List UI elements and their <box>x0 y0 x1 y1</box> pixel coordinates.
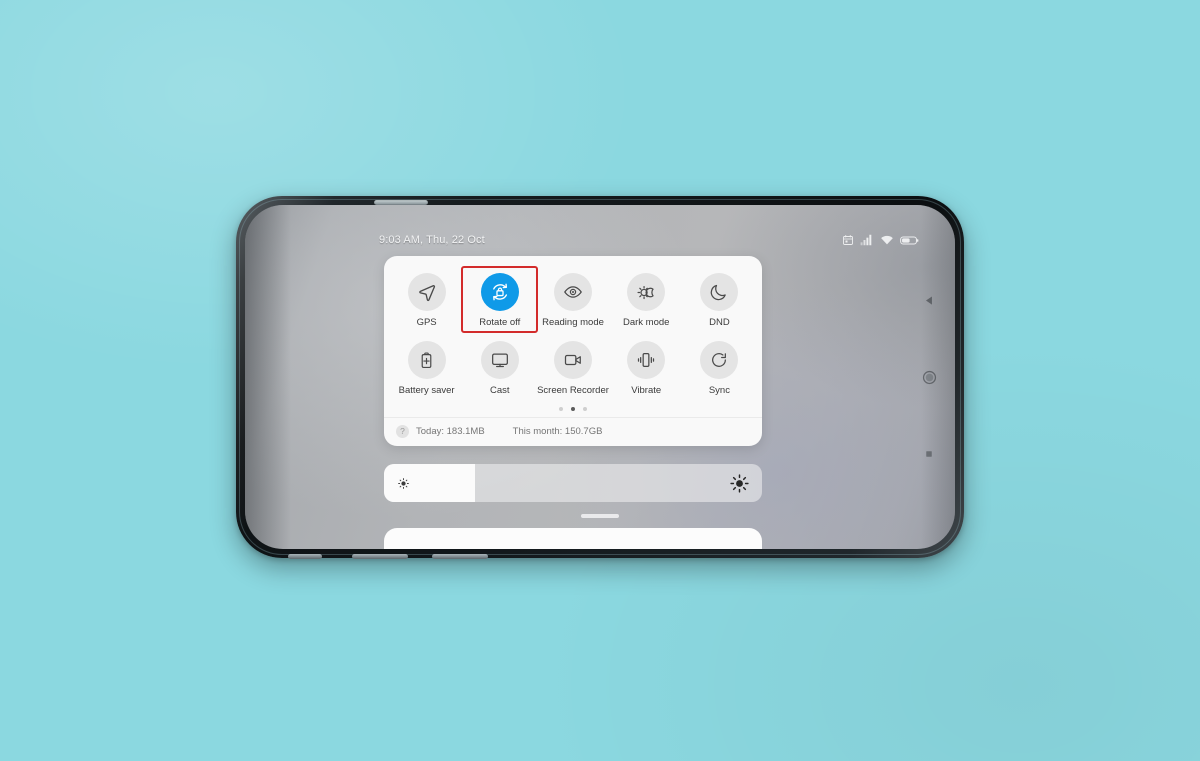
tile-sync-circle <box>700 341 739 380</box>
tile-cast-circle <box>480 341 519 380</box>
tile-dark-mode-label: Dark mode <box>622 317 670 328</box>
pager-dot-2[interactable] <box>571 406 575 411</box>
rotate-lock-icon <box>492 283 507 301</box>
tile-sync[interactable]: Sync <box>683 336 756 399</box>
notification-card-partial[interactable] <box>384 528 762 549</box>
tile-reading-mode[interactable]: Reading mode <box>536 268 609 331</box>
pager-dot-1[interactable] <box>559 406 563 411</box>
home-button[interactable] <box>921 369 938 386</box>
tile-battery-saver-label: Battery saver <box>398 385 455 397</box>
status-bar: 9:03 AM, Thu, 22 Oct <box>245 231 955 249</box>
wifi-icon <box>881 235 893 245</box>
tile-dark-mode-circle <box>627 273 666 311</box>
side-key-power[interactable] <box>288 554 322 559</box>
tile-screen-recorder-circle <box>553 341 592 380</box>
tile-screen-recorder-label: Screen Recorder <box>537 385 609 397</box>
tile-rotate-off-label: Rotate off <box>479 317 521 328</box>
tile-rotate-off-circle <box>480 273 519 311</box>
brightness-slider[interactable] <box>384 464 762 502</box>
tile-gps-label: GPS <box>416 317 437 328</box>
back-button[interactable] <box>923 294 936 307</box>
tile-dnd-circle <box>700 273 739 311</box>
brightness-high-icon <box>730 473 749 493</box>
status-clock: 9:03 AM, Thu, 22 Oct <box>379 234 485 246</box>
triangle-back-icon <box>925 296 932 305</box>
tile-battery-saver[interactable]: Battery saver <box>390 336 463 399</box>
vibrate-icon <box>638 353 655 368</box>
tile-vibrate-circle <box>627 341 666 380</box>
tile-cast[interactable]: Cast <box>463 336 536 399</box>
tile-reading-mode-label: Reading mode <box>542 317 604 328</box>
video-camera-icon <box>564 355 581 366</box>
help-icon[interactable]: ? <box>396 424 409 438</box>
tile-gps-circle <box>407 273 446 311</box>
quick-settings-pager[interactable] <box>384 400 762 417</box>
sync-circle-icon <box>712 353 727 368</box>
quick-settings-tile-grid: GPS Rotate off Reading mode Dark mode DN… <box>384 265 762 400</box>
moon-icon <box>711 284 727 301</box>
status-icons <box>842 234 919 246</box>
brightness-low-icon <box>398 477 409 489</box>
tile-dark-mode[interactable]: Dark mode <box>610 268 683 331</box>
tile-cast-label: Cast <box>490 385 510 397</box>
eye-icon <box>564 286 582 298</box>
tile-vibrate[interactable]: Vibrate <box>610 336 683 399</box>
square-recents-icon <box>926 451 932 457</box>
tile-rotate-off[interactable]: Rotate off <box>461 265 539 334</box>
data-usage-month: This month: 150.7GB <box>512 425 603 437</box>
location-arrow-icon <box>419 284 436 301</box>
recents-button[interactable] <box>923 448 935 460</box>
tile-battery-saver-circle <box>407 341 446 380</box>
quick-settings-panel: GPS Rotate off Reading mode Dark mode DN… <box>384 256 762 446</box>
side-key-volume-up[interactable] <box>352 554 408 559</box>
data-usage-row[interactable]: ? Today: 183.1MB This month: 150.7GB <box>384 416 762 446</box>
sun-moon-icon <box>637 285 654 299</box>
navigation-bar <box>912 205 946 549</box>
battery-plus-icon <box>421 352 432 368</box>
tile-dnd-label: DND <box>709 317 730 328</box>
monitor-cast-icon <box>491 353 508 368</box>
tile-sync-label: Sync <box>708 385 730 397</box>
tile-gps[interactable]: GPS <box>390 268 463 331</box>
circle-home-icon <box>922 370 936 385</box>
panel-drag-handle[interactable] <box>581 514 619 518</box>
data-usage-today: Today: 183.1MB <box>416 425 485 437</box>
phone-device: 9:03 AM, Thu, 22 Oct GPS Rotate off Read… <box>236 196 964 559</box>
tile-reading-mode-circle <box>553 273 592 311</box>
tile-vibrate-label: Vibrate <box>631 385 662 397</box>
alarm-icon <box>843 235 853 245</box>
tile-dnd[interactable]: DND <box>683 268 756 331</box>
pager-dot-3[interactable] <box>583 406 587 411</box>
signal-bars-icon <box>860 234 872 246</box>
side-key-volume-down[interactable] <box>432 554 488 559</box>
tile-screen-recorder[interactable]: Screen Recorder <box>536 336 609 399</box>
phone-screen: 9:03 AM, Thu, 22 Oct GPS Rotate off Read… <box>245 205 955 549</box>
